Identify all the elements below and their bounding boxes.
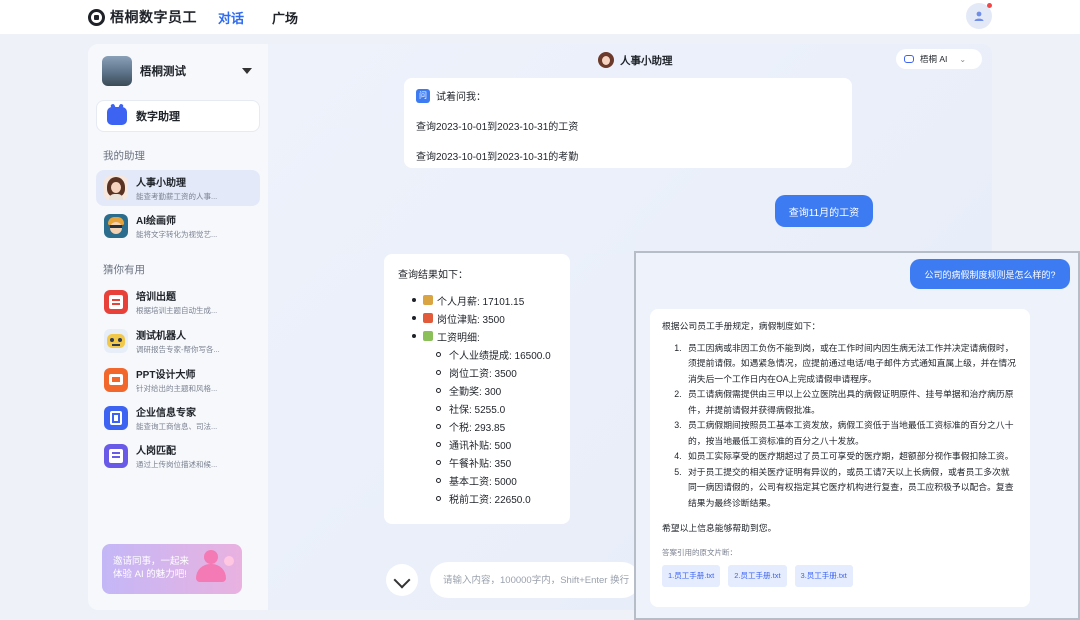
result-title: 查询结果如下：	[398, 270, 468, 281]
detail-item: 基本工资: 5000	[398, 471, 556, 489]
broom-icon	[393, 571, 411, 589]
workspace-selector[interactable]: 梧桐测试	[102, 56, 260, 86]
assistant-desc: 能查考勤薪工资的人事...	[136, 192, 218, 201]
assistant-desc: 根据培训主题自动生成...	[136, 306, 218, 315]
sidebar: 梧桐测试 数字助理 我的助理 人事小助理 能查考勤薪工资的人事... AI绘画师…	[88, 44, 268, 610]
sources-label: 答案引用的原文片断：	[662, 547, 737, 557]
detail-item: 岗位工资: 3500	[398, 363, 556, 381]
tab-square[interactable]: 广场	[272, 8, 298, 27]
chat-assistant-name: 人事小助理	[620, 54, 673, 67]
sidebar-item-ai-painter[interactable]: AI绘画师 能将文字转化为视觉艺...	[96, 208, 260, 244]
sidebar-item-test-robot[interactable]: 测试机器人 调研报告专家-帮你写各...	[96, 323, 260, 359]
assistant-name: AI绘画师	[136, 216, 176, 227]
sidebar-item-hr-assistant[interactable]: 人事小助理 能查考勤薪工资的人事...	[96, 170, 260, 206]
detail-item: 通讯补贴: 500	[398, 435, 556, 453]
sidebar-item-enterprise-info[interactable]: 企业信息专家 能查询工商信息、司法...	[96, 400, 260, 436]
robot-icon	[104, 329, 128, 353]
workspace-thumbnail	[102, 56, 132, 86]
workspace-name: 梧桐测试	[140, 66, 186, 78]
hr-avatar-icon	[598, 52, 614, 68]
detail-item: 个税: 293.85	[398, 417, 556, 435]
result-item: 个人月薪: 17101.15	[398, 291, 556, 309]
robot-head-icon	[107, 107, 127, 125]
sidebar-item-job-matching[interactable]: 人岗匹配 通过上传岗位描述和候...	[96, 438, 260, 474]
chat-header: 人事小助理	[598, 52, 673, 68]
source-chip[interactable]: 2.员工手册.txt	[728, 565, 787, 587]
hr-avatar-icon	[104, 176, 128, 200]
assistant-name: 测试机器人	[136, 331, 186, 342]
tab-chat[interactable]: 对话	[218, 8, 244, 27]
notification-dot	[987, 3, 992, 8]
rule-item: 对于员工提交的相关医疗证明有异议的，或员工请7天以上长病假，或者员工多次就同一病…	[684, 465, 1018, 512]
source-chip[interactable]: 3.员工手册.txt	[794, 565, 853, 587]
salary-result-card: 查询结果如下： 个人月薪: 17101.15 岗位津贴: 3500 工资明细: …	[384, 254, 570, 524]
rule-item: 员工病假期间按照员工基本工资发放，病假工资低于当地最低工资标准的百分之八十的，按…	[684, 418, 1018, 449]
rule-item: 员工请病假需提供由三甲以上公立医院出具的病假证明原件、挂号单据和治疗病历原件，并…	[684, 387, 1018, 418]
detail-item: 个人业绩提成: 16500.0	[398, 345, 556, 363]
rule-item: 员工因病或非因工负伤不能到岗，或在工作时间内因生病无法工作并决定请病假时，须提前…	[684, 341, 1018, 388]
suggestion-query[interactable]: 查询2023-10-01到2023-10-31的考勤	[416, 148, 840, 163]
digital-assistant-label: 数字助理	[136, 111, 180, 123]
source-chip[interactable]: 1.员工手册.txt	[662, 565, 721, 587]
answer-intro: 根据公司员工手册规定，病假制度如下：	[662, 321, 821, 331]
detail-item: 社保: 5255.0	[398, 399, 556, 417]
user-avatar[interactable]	[966, 3, 992, 29]
sidebar-item-ppt-designer[interactable]: PPT设计大师 针对给出的主题和风格...	[96, 362, 260, 398]
digital-assistant-button[interactable]: 数字助理	[96, 100, 260, 132]
message-input[interactable]	[430, 562, 640, 598]
answer-card: 根据公司员工手册规定，病假制度如下： 员工因病或非因工负伤不能到岗，或在工作时间…	[650, 309, 1030, 607]
assistant-desc: 调研报告专家-帮你写各...	[136, 345, 220, 354]
model-selector[interactable]: 梧桐 AI ⌄	[896, 49, 982, 69]
detail-item: 午餐补贴: 350	[398, 453, 556, 471]
sidebar-item-training-quiz[interactable]: 培训出题 根据培训主题自动生成...	[96, 284, 260, 320]
gift-icon	[423, 313, 433, 323]
chevron-down-icon: ⌄	[959, 54, 967, 64]
assistant-name: 培训出题	[136, 292, 176, 303]
invite-banner[interactable]: 邀请同事，一起来 体验 AI 的魅力吧!	[102, 544, 242, 594]
assistant-desc: 能查询工商信息、司法...	[136, 422, 218, 431]
suggestion-title: 试着问我：	[436, 92, 486, 103]
enterprise-icon	[104, 406, 128, 430]
model-name: 梧桐 AI	[920, 54, 948, 64]
ppt-icon	[104, 368, 128, 392]
guess-useful-heading: 猜你有用	[103, 264, 145, 276]
banknote-icon	[423, 331, 433, 341]
assistant-name: 人事小助理	[136, 178, 186, 189]
suggestion-card: 问 试着问我： 查询2023-10-01到2023-10-31的工资 查询202…	[404, 78, 852, 168]
invite-line-2: 体验 AI 的魅力吧!	[113, 569, 187, 580]
rule-item: 如员工实际享受的医疗期超过了员工可享受的医疗期，超额部分视作事假扣除工资。	[684, 449, 1018, 465]
detail-item: 税前工资: 22650.0	[398, 489, 556, 507]
invite-line-1: 邀请同事，一起来	[113, 556, 190, 567]
user-message: 查询11月的工资	[775, 195, 873, 227]
suggestion-query[interactable]: 查询2023-10-01到2023-10-31的工资	[416, 118, 840, 133]
brand-name: 梧桐数字员工	[110, 9, 197, 25]
question-badge: 问	[416, 88, 430, 103]
exam-icon	[104, 290, 128, 314]
bot-icon	[904, 55, 914, 63]
brand-logo-icon	[88, 8, 105, 26]
cv-icon	[104, 444, 128, 468]
money-bag-icon	[423, 295, 433, 305]
user-icon	[974, 11, 984, 21]
rule-list: 员工因病或非因工负伤不能到岗，或在工作时间内因生病无法工作并决定请病假时，须提前…	[662, 341, 1018, 512]
answer-closing: 希望以上信息能够帮助到您。	[662, 523, 777, 533]
assistant-name: PPT设计大师	[136, 370, 196, 381]
sick-leave-answer-panel: 公司的病假制度规则是怎么样的? 根据公司员工手册规定，病假制度如下： 员工因病或…	[634, 251, 1080, 620]
assistant-name: 人岗匹配	[136, 446, 176, 457]
clear-chat-button[interactable]	[386, 564, 418, 596]
brand[interactable]: 梧桐数字员工	[88, 7, 197, 27]
top-nav: 梧桐数字员工 对话 广场	[0, 0, 1080, 34]
input-bar	[386, 562, 640, 598]
assistant-desc: 针对给出的主题和风格...	[136, 384, 218, 393]
assistant-desc: 能将文字转化为视觉艺...	[136, 230, 218, 239]
assistant-name: 企业信息专家	[136, 408, 196, 419]
assistant-desc: 通过上传岗位描述和候...	[136, 460, 218, 469]
painter-avatar-icon	[104, 214, 128, 238]
result-item: 岗位津贴: 3500	[398, 309, 556, 327]
user-question: 公司的病假制度规则是怎么样的?	[910, 259, 1070, 289]
my-assistants-heading: 我的助理	[103, 150, 145, 162]
detail-item: 全勤奖: 300	[398, 381, 556, 399]
caret-down-icon	[242, 68, 252, 74]
result-item: 工资明细:	[398, 327, 556, 345]
